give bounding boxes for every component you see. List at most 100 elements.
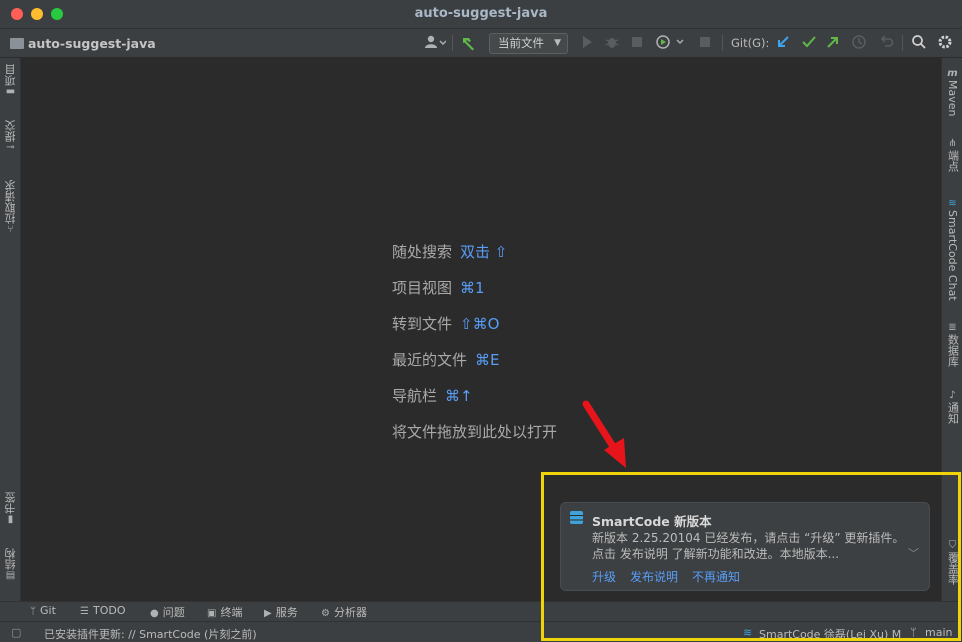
tab-bookmarks[interactable]: 书签 ▮ xyxy=(0,492,21,526)
build-hammer-icon[interactable] xyxy=(459,34,479,52)
tab-analyzer[interactable]: ⚙ 分析器 xyxy=(321,604,367,620)
tab-coverage-label: 覆盖率 xyxy=(946,552,960,585)
left-tool-window-bar: 项目 ▬ 提交 ⊸ 拉取请求 ⑂ 书签 ▮ 结构 ▤ xyxy=(0,58,21,601)
run-config-select[interactable]: 当前文件 ▼ xyxy=(489,33,568,54)
run-icon[interactable] xyxy=(578,34,596,52)
tab-git[interactable]: ᛘ Git xyxy=(30,604,56,617)
tab-smartcode-chat[interactable]: ≋ SmartCode Chat xyxy=(942,198,962,301)
tab-maven[interactable]: m Maven xyxy=(942,68,962,116)
hint-label: 随处搜索 xyxy=(392,243,453,261)
tab-commit[interactable]: 提交 ⊸ xyxy=(0,120,21,154)
hint-recent-files: 最近的文件 ⌘E xyxy=(392,349,557,385)
tab-todo[interactable]: ☰ TODO xyxy=(80,604,125,617)
toolbar-separator xyxy=(902,35,903,51)
coverage-icon: ⛉ xyxy=(948,540,957,551)
toolbar-separator xyxy=(722,35,723,51)
coverage-run-icon[interactable] xyxy=(628,34,646,52)
tab-coverage[interactable]: ⛉ 覆盖率 xyxy=(942,540,962,585)
problems-icon: ● xyxy=(150,608,159,619)
run-config-label: 当前文件 xyxy=(498,36,544,50)
structure-icon: ▤ xyxy=(5,570,16,581)
tab-pull-requests[interactable]: 拉取请求 ⑂ xyxy=(0,180,21,236)
stop-icon[interactable] xyxy=(696,34,714,52)
terminal-icon: ▣ xyxy=(207,608,217,619)
hint-label: 导航栏 xyxy=(392,387,438,405)
project-name[interactable]: auto-suggest-java xyxy=(28,36,156,51)
hint-project-view: 项目视图 ⌘1 xyxy=(392,277,557,313)
tab-maven-label: Maven xyxy=(946,80,959,117)
debug-icon[interactable] xyxy=(603,34,621,52)
red-arrow-annotation xyxy=(582,400,626,468)
rollback-icon[interactable] xyxy=(877,34,895,52)
tab-database[interactable]: ≣ 数据库 xyxy=(942,322,962,367)
notification-actions: 升级 发布说明 不再通知 xyxy=(592,568,754,585)
folder-icon: ▬ xyxy=(5,86,16,97)
title-bar: auto-suggest-java xyxy=(0,0,962,29)
tab-terminal[interactable]: ▣ 终端 xyxy=(207,604,242,620)
hint-label: 项目视图 xyxy=(392,279,453,297)
welcome-hints: 随处搜索 双击 ⇧ 项目视图 ⌘1 转到文件 ⇧⌘O 最近的文件 ⌘E 导航栏 ⌘↑ 将文… xyxy=(392,241,557,457)
git-label: Git(G): xyxy=(731,36,770,50)
main-toolbar: auto-suggest-java 当前文件 ▼ Git(G): xyxy=(0,29,962,58)
git-branch-icon: ᛘ xyxy=(30,606,36,617)
tab-project[interactable]: 项目 ▬ xyxy=(0,64,21,98)
history-icon[interactable] xyxy=(850,34,868,52)
hint-search-everywhere: 随处搜索 双击 ⇧ xyxy=(392,241,557,277)
tab-services[interactable]: ▶ 服务 xyxy=(264,604,298,620)
hint-goto-file: 转到文件 ⇧⌘O xyxy=(392,313,557,349)
tab-analyzer-label: 分析器 xyxy=(333,606,367,619)
status-bar: ▢ 已安装插件更新: // SmartCode (片刻之前) ≋ SmartCo… xyxy=(0,621,962,642)
tab-structure[interactable]: 结构 ▤ xyxy=(0,548,21,582)
chevron-down-icon: ▼ xyxy=(554,38,561,48)
bottom-tool-window-bar: ᛘ Git ☰ TODO ● 问题 ▣ 终端 ▶ 服务 ⚙ 分析器 xyxy=(0,601,962,621)
notification-body: 新版本 2.25.20104 已经发布，请点击 “升级” 更新插件。点击 发布说… xyxy=(592,531,905,561)
bookmark-icon: ▮ xyxy=(7,514,14,525)
tab-smartcode-chat-label: SmartCode Chat xyxy=(946,210,959,301)
analyzer-icon: ⚙ xyxy=(321,608,330,619)
tab-commit-label: 提交 xyxy=(3,120,17,142)
hint-label: 将文件拖放到此处以打开 xyxy=(392,423,558,441)
release-notes-link[interactable]: 发布说明 xyxy=(630,570,678,584)
hint-shortcut: ⌘1 xyxy=(460,279,485,297)
commit-icon: ⊸ xyxy=(6,142,15,153)
chevron-down-icon[interactable]: ﹀ xyxy=(908,545,919,561)
update-notification: SmartCode 新版本 新版本 2.25.20104 已经发布，请点击 “升… xyxy=(560,502,930,591)
window-title: auto-suggest-java xyxy=(414,6,548,21)
hint-shortcut: ⌘↑ xyxy=(445,387,473,405)
hint-shortcut: 双击 ⇧ xyxy=(460,243,508,261)
tab-problems[interactable]: ● 问题 xyxy=(150,604,185,620)
right-tool-window-bar: m Maven ⋔ 端点 ≋ SmartCode Chat ≣ 数据库 ♪ 通知… xyxy=(941,58,962,601)
git-push-icon[interactable] xyxy=(824,34,842,52)
user-profile-icon[interactable] xyxy=(422,34,448,52)
tab-endpoints[interactable]: ⋔ 端点 xyxy=(942,138,962,172)
services-icon: ▶ xyxy=(264,608,272,619)
git-commit-icon[interactable] xyxy=(800,34,818,52)
database-icon: ≣ xyxy=(948,322,957,333)
status-message[interactable]: 已安装插件更新: // SmartCode (片刻之前) xyxy=(44,626,257,642)
list-icon: ☰ xyxy=(80,606,89,617)
tool-windows-toggle-icon[interactable]: ▢ xyxy=(11,626,21,639)
smartcode-icon: ≋ xyxy=(948,198,957,209)
tab-project-label: 项目 xyxy=(3,64,17,86)
tab-endpoints-label: 端点 xyxy=(946,150,960,172)
git-update-icon[interactable] xyxy=(774,34,792,52)
git-branch-widget[interactable]: main xyxy=(925,626,952,639)
pull-request-icon: ⑂ xyxy=(7,224,14,235)
upgrade-link[interactable]: 升级 xyxy=(592,570,616,584)
maven-icon: m xyxy=(947,68,958,79)
tab-database-label: 数据库 xyxy=(946,334,960,367)
endpoints-icon: ⋔ xyxy=(948,138,957,149)
profile-run-icon[interactable] xyxy=(654,34,688,52)
smartcode-user-status[interactable]: SmartCode 徐磊(Lei Xu) M xyxy=(759,626,901,642)
bell-icon: ♪ xyxy=(949,390,956,401)
notification-title: SmartCode 新版本 xyxy=(592,514,712,529)
tab-notifications[interactable]: ♪ 通知 xyxy=(942,390,962,424)
git-branch-icon: ᛘ xyxy=(910,626,917,639)
gear-icon[interactable] xyxy=(936,34,954,52)
search-icon[interactable] xyxy=(910,34,928,52)
tab-pull-requests-label: 拉取请求 xyxy=(3,180,17,224)
tab-git-label: Git xyxy=(40,604,56,617)
dont-notify-link[interactable]: 不再通知 xyxy=(692,570,740,584)
hint-label: 转到文件 xyxy=(392,315,453,333)
hint-drop-files: 将文件拖放到此处以打开 xyxy=(392,421,557,457)
